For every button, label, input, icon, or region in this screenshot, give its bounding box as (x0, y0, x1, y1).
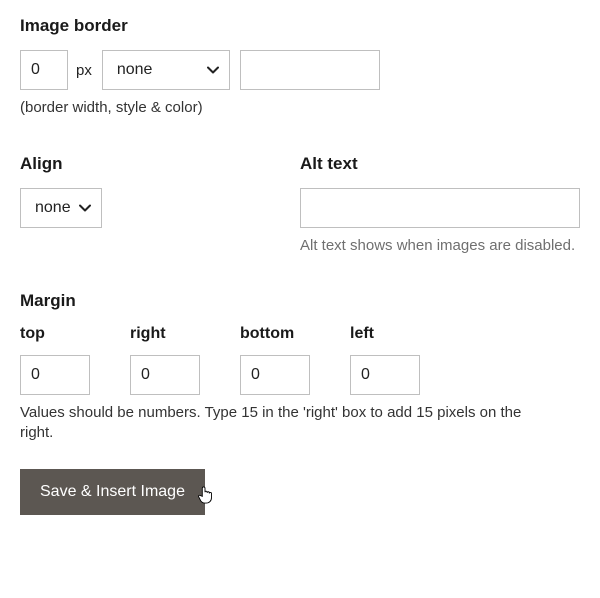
margin-top-input[interactable] (20, 355, 90, 395)
align-select[interactable]: none (20, 188, 102, 228)
border-helper-text: (border width, style & color) (20, 98, 580, 118)
border-style-select[interactable]: none (102, 50, 230, 90)
margin-left-input[interactable] (350, 355, 420, 395)
margin-right-input[interactable] (130, 355, 200, 395)
margin-top-label: top (20, 325, 90, 343)
image-border-title: Image border (20, 16, 580, 36)
margin-bottom-input[interactable] (240, 355, 310, 395)
align-value: none (35, 199, 71, 217)
margin-labels-row: top right bottom left (20, 325, 580, 355)
border-style-value: none (117, 61, 153, 79)
border-width-input[interactable] (20, 50, 68, 90)
align-title: Align (20, 154, 288, 174)
save-insert-image-button[interactable]: Save & Insert Image (20, 469, 205, 515)
margin-right-label: right (130, 325, 200, 343)
border-color-input[interactable] (240, 50, 380, 90)
alt-text-title: Alt text (300, 154, 580, 174)
image-border-row: px none (20, 50, 580, 90)
border-width-unit: px (76, 62, 92, 79)
chevron-down-icon (207, 64, 219, 76)
margin-bottom-label: bottom (240, 325, 310, 343)
margin-left-label: left (350, 325, 420, 343)
chevron-down-icon (79, 202, 91, 214)
alt-text-input[interactable] (300, 188, 580, 228)
margin-title: Margin (20, 291, 580, 311)
alt-text-helper: Alt text shows when images are disabled. (300, 236, 580, 256)
margin-helper-text: Values should be numbers. Type 15 in the… (20, 403, 540, 444)
